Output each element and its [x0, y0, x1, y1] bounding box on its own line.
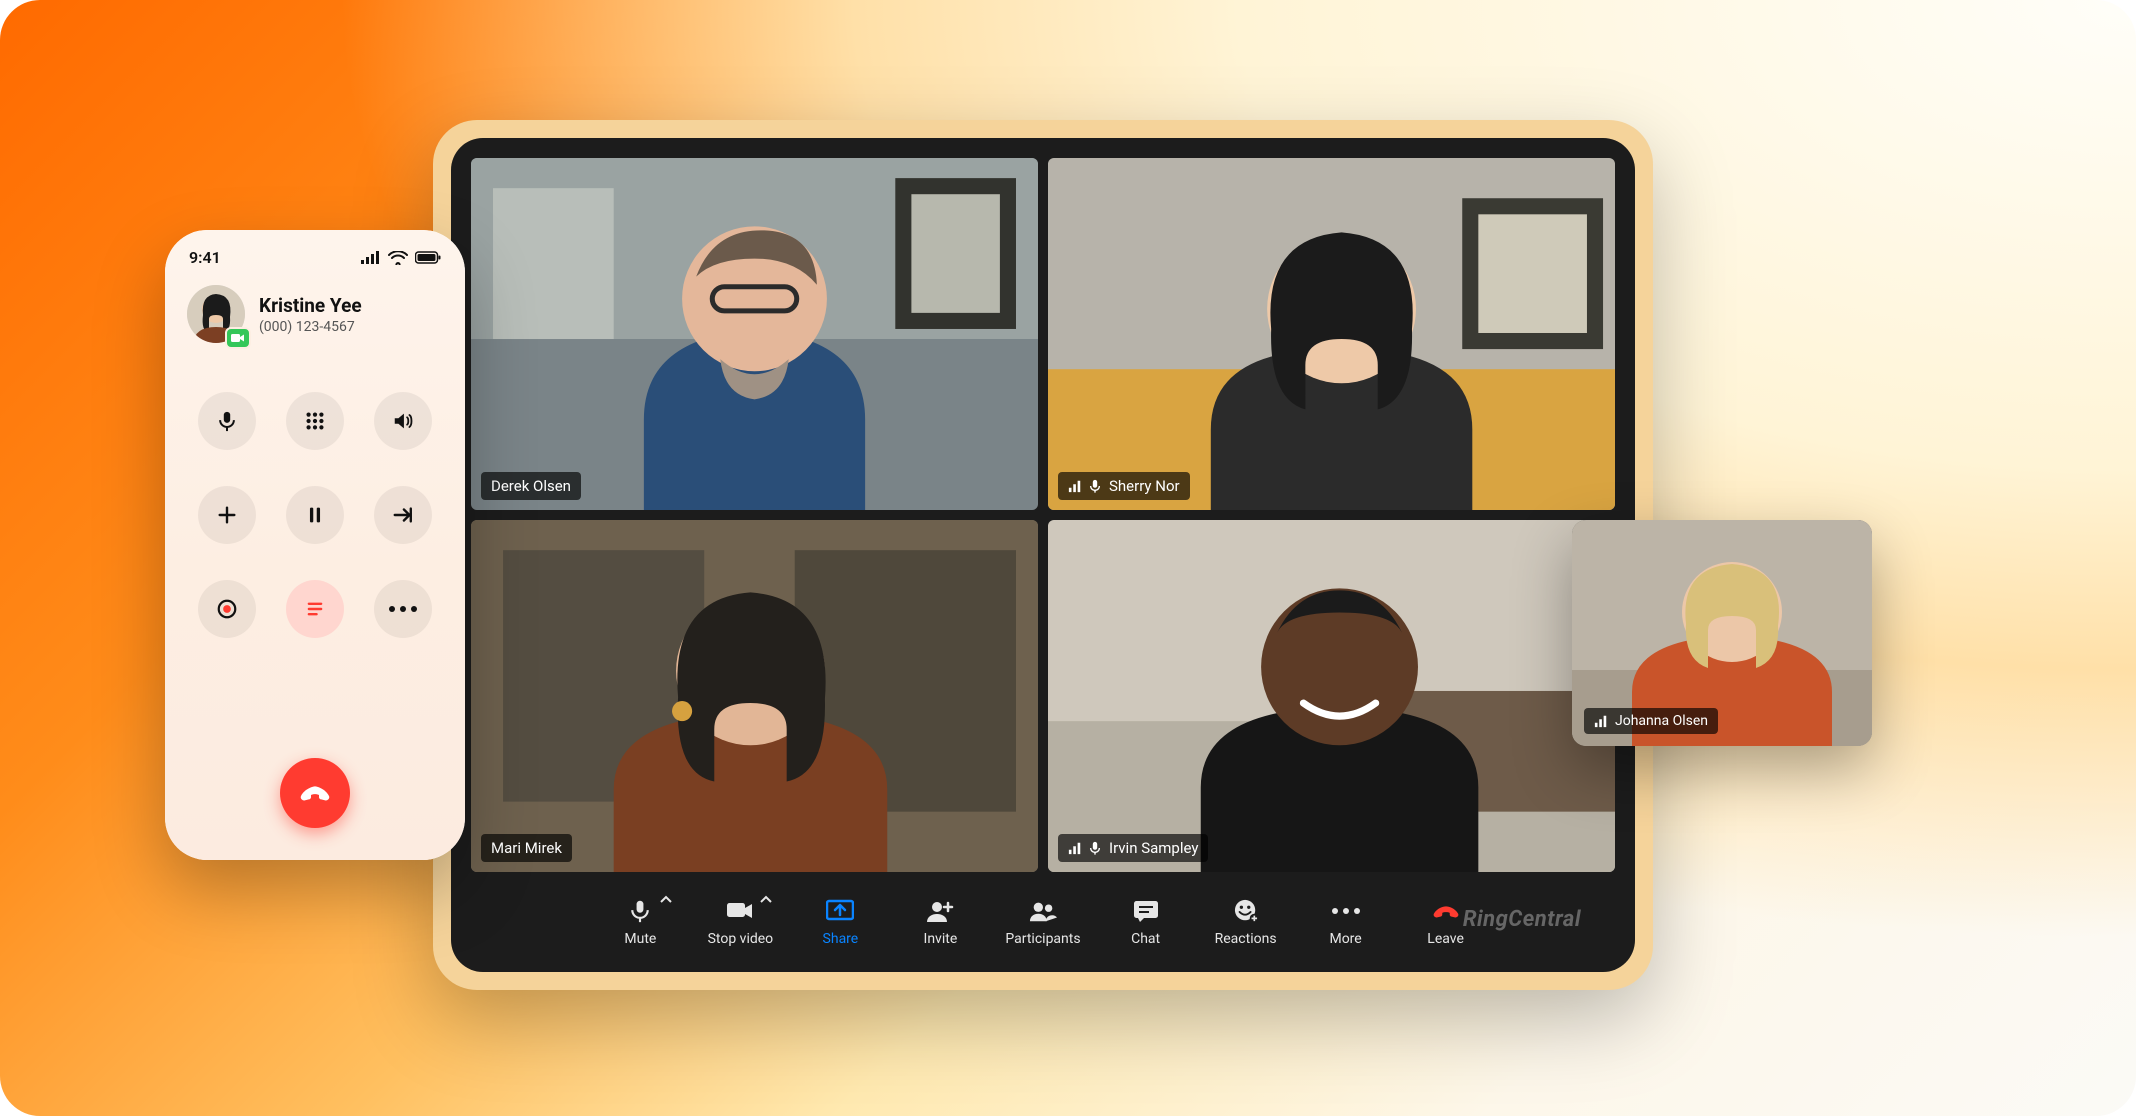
- invite-icon: [926, 897, 954, 925]
- keypad-button[interactable]: [286, 392, 344, 450]
- participants-icon: [1029, 897, 1057, 925]
- participant-name-pill: Mari Mirek: [481, 834, 572, 862]
- mic-icon: [626, 897, 654, 925]
- button-label: Mute: [624, 931, 656, 947]
- participant-name: Irvin Sampley: [1109, 839, 1198, 857]
- hangup-icon: [1432, 897, 1460, 925]
- more-button[interactable]: More: [1311, 897, 1381, 947]
- button-label: Reactions: [1215, 931, 1277, 947]
- reactions-button[interactable]: Reactions: [1211, 897, 1281, 947]
- mic-icon: [1088, 479, 1102, 493]
- phone-device: 9:41 Kristine Yee: [165, 230, 465, 860]
- stop-video-button[interactable]: Stop video: [705, 897, 775, 947]
- self-name: Johanna Olsen: [1615, 713, 1708, 729]
- hangup-button[interactable]: [280, 758, 350, 828]
- button-label: Share: [823, 931, 859, 947]
- mic-icon: [1088, 841, 1102, 855]
- video-tile: Mari Mirek: [471, 520, 1038, 872]
- invite-button[interactable]: Invite: [905, 897, 975, 947]
- speaker-button[interactable]: [374, 392, 432, 450]
- brand-logo: RingCentral: [1463, 907, 1581, 932]
- mute-button[interactable]: Mute: [605, 897, 675, 947]
- video-tile: Sherry Nor: [1048, 158, 1615, 510]
- more-button[interactable]: [374, 580, 432, 638]
- meeting-window: Derek Olsen: [451, 138, 1635, 972]
- cell-signal-icon: [361, 251, 381, 265]
- button-label: More: [1329, 931, 1361, 947]
- phone-call-screen: 9:41 Kristine Yee: [165, 230, 465, 860]
- self-name-pill: Johanna Olsen: [1584, 708, 1718, 734]
- mute-button[interactable]: [198, 392, 256, 450]
- participant-name: Mari Mirek: [491, 839, 562, 857]
- more-icon: [389, 606, 417, 612]
- button-label: Chat: [1131, 931, 1160, 947]
- more-icon: [1332, 897, 1360, 925]
- video-tile: Irvin Sampley: [1048, 520, 1615, 872]
- caller-number: (000) 123-4567: [259, 319, 362, 335]
- battery-icon: [415, 251, 441, 265]
- share-screen-icon: [826, 897, 854, 925]
- reactions-icon: [1232, 897, 1260, 925]
- share-button[interactable]: Share: [805, 897, 875, 947]
- meeting-toolbar: Mute Stop video Share Invite Part: [471, 872, 1615, 972]
- participant-name: Derek Olsen: [491, 477, 571, 495]
- participant-name-pill: Sherry Nor: [1058, 472, 1190, 500]
- add-call-button[interactable]: [198, 486, 256, 544]
- chat-button[interactable]: Chat: [1111, 897, 1181, 947]
- transfer-button[interactable]: [374, 486, 432, 544]
- status-bar: 9:41: [183, 244, 447, 277]
- status-time: 9:41: [189, 248, 221, 267]
- self-view-tile[interactable]: Johanna Olsen: [1572, 520, 1872, 746]
- button-label: Invite: [924, 931, 958, 947]
- tablet-device: Derek Olsen: [433, 120, 1653, 990]
- promo-canvas: Derek Olsen: [0, 0, 2136, 1116]
- video-badge-icon: [225, 327, 251, 349]
- participant-name: Sherry Nor: [1109, 477, 1180, 495]
- chevron-up-icon[interactable]: [659, 893, 673, 907]
- signal-icon: [1068, 479, 1082, 493]
- record-button[interactable]: [198, 580, 256, 638]
- caller-name: Kristine Yee: [259, 294, 362, 317]
- signal-icon: [1594, 714, 1608, 728]
- notes-button[interactable]: [286, 580, 344, 638]
- call-controls: [183, 385, 447, 645]
- participant-name-pill: Derek Olsen: [481, 472, 581, 500]
- chevron-up-icon[interactable]: [759, 893, 773, 907]
- button-label: Leave: [1427, 931, 1464, 947]
- chat-icon: [1132, 897, 1160, 925]
- caller-header: Kristine Yee (000) 123-4567: [183, 277, 447, 357]
- wifi-icon: [388, 251, 408, 265]
- hold-button[interactable]: [286, 486, 344, 544]
- video-grid: Derek Olsen: [471, 158, 1615, 872]
- button-label: Stop video: [708, 931, 774, 947]
- video-icon: [726, 897, 754, 925]
- video-tile: Derek Olsen: [471, 158, 1038, 510]
- signal-icon: [1068, 841, 1082, 855]
- participants-button[interactable]: Participants: [1005, 897, 1080, 947]
- button-label: Participants: [1005, 931, 1080, 947]
- participant-name-pill: Irvin Sampley: [1058, 834, 1208, 862]
